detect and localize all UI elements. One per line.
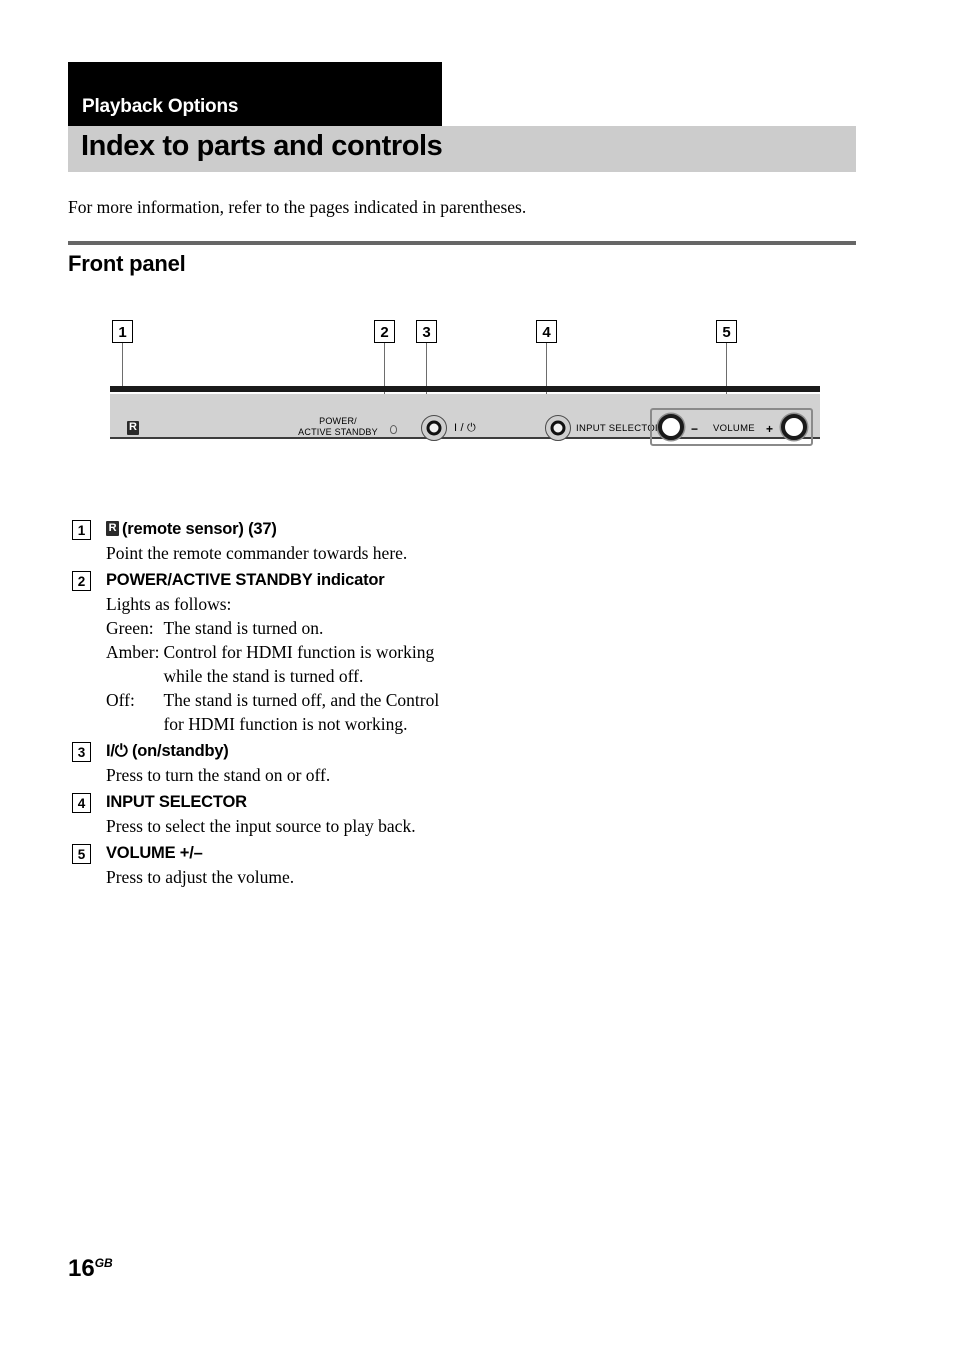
callout-5: 5 xyxy=(716,320,737,343)
front-panel-diagram: 1 2 3 4 5 POWER/ ACTIVE STANDBY I / ⏻ IN… xyxy=(100,320,840,460)
legend-title-5: VOLUME +/– xyxy=(106,844,203,862)
state-text-off: The stand is turned off, and the Control… xyxy=(163,690,440,734)
power-standby-label-line1: POWER/ xyxy=(319,416,357,426)
volume-label: VOLUME xyxy=(713,423,755,434)
legend-item-5: 5 VOLUME +/– Press to adjust the volume. xyxy=(68,842,498,889)
legend-desc-4: Press to select the input source to play… xyxy=(106,816,416,836)
legend-number-1: 1 xyxy=(72,520,91,540)
legend-number-5: 5 xyxy=(72,844,91,864)
legend-title-1-text: (remote sensor) (37) xyxy=(122,520,277,538)
legend-number-2: 2 xyxy=(72,571,91,591)
page-region-suffix: GB xyxy=(94,1256,113,1270)
callout-1: 1 xyxy=(112,320,133,343)
state-label-off: Off: xyxy=(106,690,135,710)
legend-number-3: 3 xyxy=(72,742,91,762)
callout-2: 2 xyxy=(374,320,395,343)
legend-item-4: 4 INPUT SELECTOR Press to select the inp… xyxy=(68,791,498,838)
volume-minus-label: − xyxy=(691,422,699,436)
power-standby-label-line2: ACTIVE STANDBY xyxy=(298,427,378,437)
legend-title-2: POWER/ACTIVE STANDBY indicator xyxy=(106,571,385,589)
remote-sensor-icon xyxy=(106,521,119,536)
state-text-green: The stand is turned on. xyxy=(163,618,324,638)
legend-item-2: 2 POWER/ACTIVE STANDBY indicator Lights … xyxy=(68,569,498,736)
power-standby-label: POWER/ ACTIVE STANDBY xyxy=(288,416,388,438)
chapter-bar: Playback Options xyxy=(68,62,442,126)
input-selector-button[interactable] xyxy=(545,415,571,441)
legend-item-1: 1 (remote sensor) (37) Point the remote … xyxy=(68,518,498,565)
legend-desc-5: Press to adjust the volume. xyxy=(106,867,295,887)
legend-title-4: INPUT SELECTOR xyxy=(106,793,247,811)
legend-desc-3: Press to turn the stand on or off. xyxy=(106,765,331,785)
callout-3: 3 xyxy=(416,320,437,343)
volume-plus-button[interactable] xyxy=(781,414,807,440)
legend-title-1: (remote sensor) (37) xyxy=(106,518,498,541)
page-number: 16 xyxy=(68,1255,95,1282)
callout-4: 4 xyxy=(536,320,557,343)
panel-top-edge xyxy=(110,386,820,392)
state-label-amber: Amber: xyxy=(106,642,160,662)
state-text-amber: Control for HDMI function is working whi… xyxy=(163,642,435,686)
state-label-green: Green: xyxy=(106,618,154,638)
table-row: Off: The stand is turned off, and the Co… xyxy=(106,688,463,736)
chapter-label: Playback Options xyxy=(82,96,239,117)
power-standby-led-indicator xyxy=(390,425,397,434)
table-row: Amber: Control for HDMI function is work… xyxy=(106,640,463,688)
volume-plus-label: + xyxy=(766,422,774,436)
panel-face: POWER/ ACTIVE STANDBY I / ⏻ INPUT SELECT… xyxy=(110,394,820,446)
legend-item-3: 3 I/⏻ (on/standby) Press to turn the sta… xyxy=(68,740,498,787)
on-standby-symbol-label: I / ⏻ xyxy=(454,422,476,434)
callout-leader-1 xyxy=(121,343,124,391)
legend-number-4: 4 xyxy=(72,793,91,813)
section-heading: Front panel xyxy=(68,251,186,276)
page-title-bar: Index to parts and controls xyxy=(68,126,856,172)
page-folio: 16GB xyxy=(68,1255,113,1283)
on-standby-button[interactable] xyxy=(421,415,447,441)
intro-paragraph: For more information, refer to the pages… xyxy=(68,197,527,217)
parts-legend-list: 1 (remote sensor) (37) Point the remote … xyxy=(68,518,498,893)
legend-desc-2: Lights as follows: xyxy=(106,594,232,614)
legend-desc-1: Point the remote commander towards here. xyxy=(106,543,408,563)
section-divider xyxy=(68,241,856,245)
device-front-panel: POWER/ ACTIVE STANDBY I / ⏻ INPUT SELECT… xyxy=(110,386,820,446)
volume-minus-button[interactable] xyxy=(658,414,684,440)
legend-title-3: I/⏻ (on/standby) xyxy=(106,742,229,760)
table-row: Green: The stand is turned on. xyxy=(106,616,463,640)
indicator-state-table: Green: The stand is turned on. Amber: Co… xyxy=(106,616,463,736)
page-title: Index to parts and controls xyxy=(81,130,443,162)
remote-sensor-icon xyxy=(127,420,139,435)
